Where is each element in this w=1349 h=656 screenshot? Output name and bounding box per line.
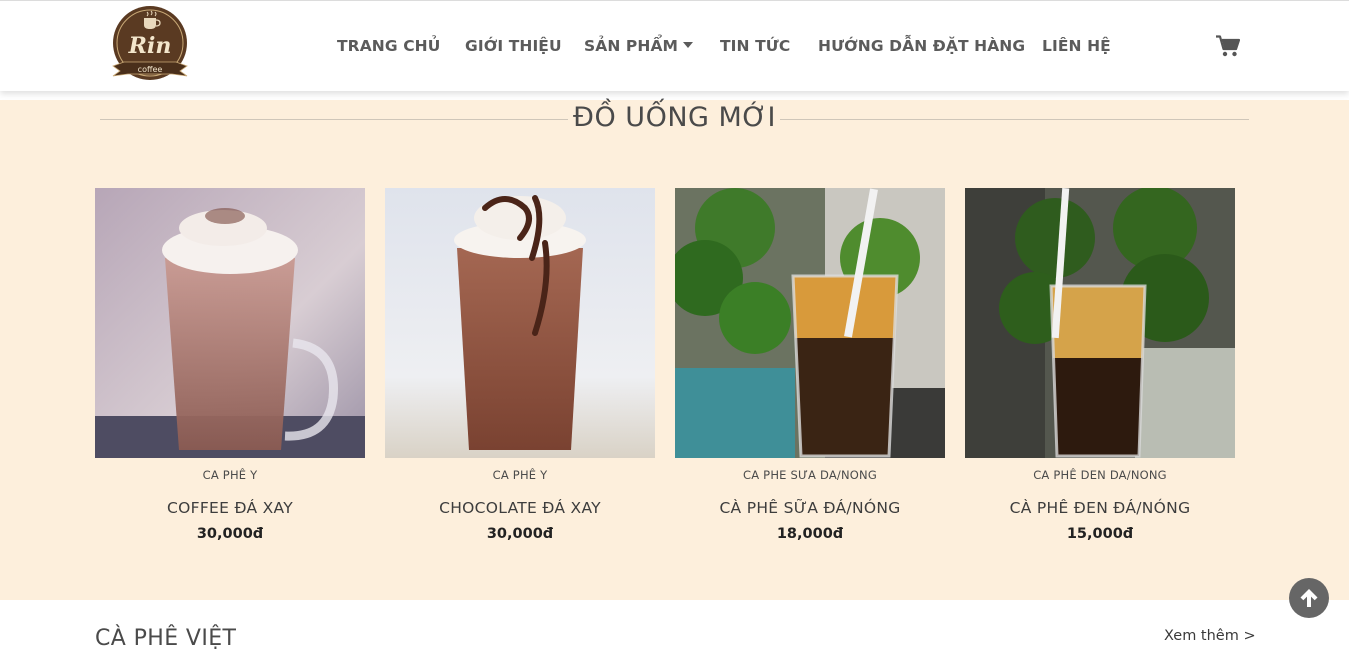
product-image-coffee-ice-blended[interactable] xyxy=(95,188,365,458)
section-title: ĐỒ UỐNG MỚI xyxy=(573,102,776,133)
nav-contact[interactable]: LIÊN HỆ xyxy=(1042,37,1111,55)
product-image-black-coffee[interactable] xyxy=(965,188,1235,458)
caret-down-icon xyxy=(683,42,694,48)
product-image-milk-coffee[interactable] xyxy=(675,188,945,458)
nav-about[interactable]: GIỚI THIỆU xyxy=(465,37,562,55)
product-category: CA PHÊ DEN DA/NONG xyxy=(1033,468,1167,482)
product-price: 30,000đ xyxy=(486,526,554,542)
site-header: Rin coffee TRANG CHỦ GIỚI THIỆU SẢN PHẨM… xyxy=(0,0,1349,91)
product-image-chocolate-ice-blended[interactable] xyxy=(385,188,655,458)
product-name[interactable]: CÀ PHÊ SỮA ĐÁ/NÓNG xyxy=(675,499,945,517)
product-price: 18,000đ xyxy=(776,526,844,542)
shopping-cart-icon[interactable] xyxy=(1216,35,1240,57)
nav-products[interactable]: SẢN PHẨM xyxy=(584,37,694,55)
title-divider-left xyxy=(100,119,568,120)
product-price: 30,000đ xyxy=(196,526,264,542)
product-card: CA PHÊ Y COFFEE ĐÁ XAY 30,000đ xyxy=(95,188,365,542)
nav-products-label: SẢN PHẨM xyxy=(584,37,679,55)
product-category: CA PHÊ Y xyxy=(492,468,548,482)
new-drinks-section: ĐỒ UỐNG MỚI CA PHÊ Y COFFEE ĐÁ XAY 30,00… xyxy=(0,100,1349,600)
product-card: CA PHÊ DEN DA/NONG CÀ PHÊ ĐEN ĐÁ/NÓNG 15… xyxy=(965,188,1235,542)
product-name[interactable]: CHOCOLATE ĐÁ XAY xyxy=(385,499,655,517)
scroll-to-top-button[interactable] xyxy=(1289,578,1329,618)
nav-home[interactable]: TRANG CHỦ xyxy=(337,37,440,55)
see-more-link[interactable]: Xem thêm > xyxy=(1164,628,1256,644)
rin-coffee-logo[interactable]: Rin coffee xyxy=(110,6,190,84)
logo-subtext: coffee xyxy=(138,65,163,74)
arrow-up-icon xyxy=(1300,589,1318,607)
nav-news[interactable]: TIN TỨC xyxy=(720,37,790,55)
product-category: CA PHÊ Y xyxy=(202,468,258,482)
logo-text: Rin xyxy=(128,33,172,59)
nav-order-guide[interactable]: HƯỚNG DẪN ĐẶT HÀNG xyxy=(818,37,1025,55)
product-category: CA PHE SƯA DA/NONG xyxy=(743,468,877,482)
product-price: 15,000đ xyxy=(1066,526,1134,542)
viet-coffee-section-title: CÀ PHÊ VIỆT xyxy=(95,626,237,651)
title-divider-right xyxy=(780,119,1249,120)
product-card: CA PHE SƯA DA/NONG CÀ PHÊ SỮA ĐÁ/NÓNG 18… xyxy=(675,188,945,542)
product-card: CA PHÊ Y CHOCOLATE ĐÁ XAY 30,000đ xyxy=(385,188,655,542)
product-name[interactable]: COFFEE ĐÁ XAY xyxy=(95,499,365,517)
product-name[interactable]: CÀ PHÊ ĐEN ĐÁ/NÓNG xyxy=(965,499,1235,517)
